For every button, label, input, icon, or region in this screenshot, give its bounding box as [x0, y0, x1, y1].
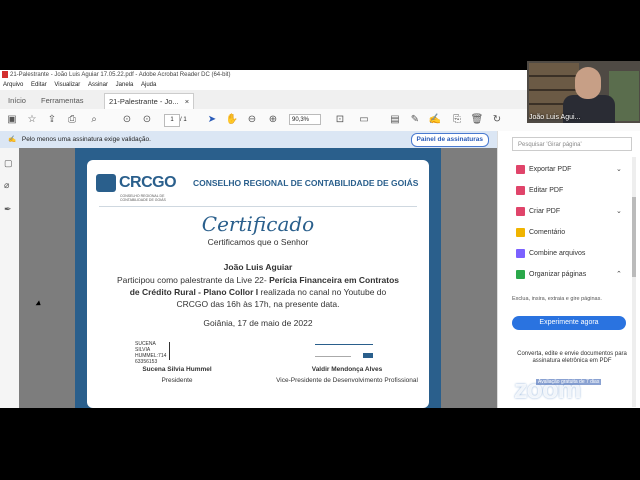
- tool-organize-pages[interactable]: Organizar páginas ⌃: [516, 269, 622, 281]
- shelf-board: [529, 89, 579, 91]
- page-down-icon[interactable]: ⊙: [140, 113, 154, 127]
- zoom-out-icon[interactable]: ⊖: [245, 113, 259, 127]
- page-separator: /: [180, 117, 182, 123]
- signature-panel-button[interactable]: Painel de assinaturas: [410, 133, 489, 147]
- highlight-icon[interactable]: ✍: [428, 113, 442, 127]
- signatory-2-role: Vice-Presidente de Desenvolvimento Profi…: [276, 377, 418, 384]
- signatory-2-name: Valdir Mendonça Alves: [311, 366, 383, 373]
- signature-warning-icon: ✍: [8, 136, 17, 143]
- fit-page-icon[interactable]: ⊡: [333, 113, 347, 127]
- zoom-in-icon[interactable]: ⊕: [266, 113, 280, 127]
- attachment-icon[interactable]: ⌀: [4, 180, 9, 191]
- signature-2-digital: [315, 344, 373, 361]
- combine-files-icon: [516, 248, 525, 258]
- tool-combine-files[interactable]: Combine arquivos: [516, 248, 585, 260]
- menu-ajuda[interactable]: Ajuda: [141, 82, 156, 88]
- tool-label: Organizar páginas: [529, 271, 587, 278]
- menu-visualizar[interactable]: Visualizar: [54, 82, 80, 88]
- tools-panel: Pesquisar 'Girar página' Exportar PDF ⌄ …: [497, 131, 640, 408]
- signature-2-line: [315, 348, 351, 357]
- menu-assinar[interactable]: Assinar: [88, 82, 108, 88]
- chevron-up-icon[interactable]: ⌃: [616, 269, 622, 281]
- menu-editar[interactable]: Editar: [31, 82, 47, 88]
- crcgo-logo-subtitle: CONSELHO REGIONAL DE CONTABILIDADE DE GO…: [120, 194, 166, 202]
- page-number-input[interactable]: 1: [164, 114, 180, 127]
- signatory-1-name: Sucena Silvia Hummel: [142, 366, 212, 373]
- tool-comment[interactable]: Comentário: [516, 227, 565, 239]
- crcgo-logo-text: CRCGO: [119, 174, 177, 191]
- save-icon[interactable]: ▣: [5, 113, 19, 127]
- comment-icon[interactable]: ▤: [388, 113, 402, 127]
- certificate-title: Certificado: [201, 212, 315, 236]
- certificate-subtitle: Certificamos que o Senhor: [207, 237, 309, 247]
- search-icon[interactable]: ⌕: [87, 113, 101, 127]
- signature-pen-icon[interactable]: ✒: [4, 204, 12, 215]
- bookmark-star-icon[interactable]: ☆: [25, 113, 39, 127]
- menu-janela[interactable]: Janela: [116, 82, 134, 88]
- tool-edit-pdf[interactable]: Editar PDF: [516, 185, 563, 197]
- participant-head: [575, 67, 601, 99]
- crcgo-logo-mark: [96, 174, 116, 192]
- page-count: 1: [183, 117, 187, 123]
- window-title: 21-Palestrante - João Luis Aguiar 17.05.…: [10, 72, 231, 78]
- export-pdf-icon: [516, 164, 525, 174]
- select-cursor-icon[interactable]: ➤: [205, 113, 219, 127]
- pdf-file-icon: [2, 70, 8, 78]
- menu-arquivo[interactable]: Arquivo: [3, 82, 23, 88]
- certificate-date: Goiânia, 17 de maio de 2022: [203, 318, 313, 328]
- signature-2-logo: [363, 353, 373, 358]
- upload-icon[interactable]: ⇪: [45, 113, 59, 127]
- scroll-mode-icon[interactable]: ▭: [357, 113, 371, 127]
- participant-name: João Luis Agui...: [529, 114, 581, 121]
- certificate-text-part1: Participou como palestrante da Live 22-: [116, 275, 267, 285]
- tool-label: Comentário: [529, 229, 566, 236]
- organization-name: CONSELHO REGIONAL DE CONTABILIDADE DE GO…: [193, 178, 419, 188]
- tool-label: Editar PDF: [529, 187, 564, 194]
- stamp-icon[interactable]: ⎘: [450, 113, 464, 127]
- tool-label: Combine arquivos: [529, 250, 586, 257]
- certificate-body: CRCGO CONSELHO REGIONAL DE CONTABILIDADE…: [87, 160, 429, 408]
- certificate-text: Participou como palestrante da Live 22- …: [115, 274, 401, 310]
- shelf-board: [529, 75, 579, 77]
- page-total: / 1: [180, 117, 187, 123]
- organize-pages-icon: [516, 269, 525, 279]
- signature-bar: ✍ Pelo menos uma assinatura exige valida…: [0, 131, 497, 148]
- zoom-trial-text: Avaliação gratuita de 7 dias: [536, 379, 602, 385]
- zoom-level-select[interactable]: 90,3%: [289, 114, 321, 125]
- tools-panel-scrollbar[interactable]: [632, 157, 636, 407]
- page-up-icon[interactable]: ⊙: [120, 113, 134, 127]
- try-now-button[interactable]: Experimente agora: [512, 316, 626, 330]
- signatory-1-role: Presidente: [161, 377, 193, 384]
- tab-inicio[interactable]: Início: [8, 93, 26, 108]
- recipient-name: João Luis Aguiar: [223, 262, 293, 272]
- signature-message: Pelo menos uma assinatura exige validaçã…: [21, 136, 151, 143]
- rotate-icon[interactable]: ↻: [490, 113, 504, 127]
- certificate-page: CRCGO CONSELHO REGIONAL DE CONTABILIDADE…: [75, 148, 441, 408]
- chevron-down-icon[interactable]: ⌄: [616, 206, 622, 218]
- convert-promo-text: Converta, edite e envie documentos para …: [517, 351, 627, 364]
- hand-tool-icon[interactable]: ✋: [225, 113, 239, 127]
- tool-label: Criar PDF: [529, 208, 561, 215]
- chevron-down-icon[interactable]: ⌄: [616, 164, 622, 176]
- create-pdf-icon: [516, 206, 525, 216]
- participant-video[interactable]: João Luis Agui...: [527, 61, 640, 123]
- signature-1-stamp: [169, 342, 207, 360]
- tool-label: Exportar PDF: [529, 166, 572, 173]
- comment-tool-icon: [516, 227, 525, 237]
- left-nav-pane: ▢ ⌀ ✒: [0, 148, 20, 408]
- edit-pdf-icon: [516, 185, 525, 195]
- scrollbar-thumb[interactable]: [632, 197, 636, 277]
- tools-search-input[interactable]: Pesquisar 'Girar página': [512, 137, 632, 151]
- delete-icon[interactable]: 🗑: [470, 113, 484, 127]
- pen-icon[interactable]: ✎: [408, 113, 422, 127]
- tab-close-icon[interactable]: ×: [185, 97, 189, 106]
- page-thumbnails-icon[interactable]: ▢: [4, 158, 13, 169]
- tab-document[interactable]: 21-Palestrante - Jo... ×: [104, 93, 195, 109]
- tab-ferramentas[interactable]: Ferramentas: [41, 93, 84, 108]
- organize-description: Exclua, insira, extraia e gire páginas.: [512, 296, 602, 302]
- tool-export-pdf[interactable]: Exportar PDF ⌄: [516, 164, 622, 176]
- print-icon[interactable]: ⎙: [65, 113, 79, 127]
- tool-create-pdf[interactable]: Criar PDF ⌄: [516, 206, 622, 218]
- tab-document-label: 21-Palestrante - Jo...: [109, 97, 179, 106]
